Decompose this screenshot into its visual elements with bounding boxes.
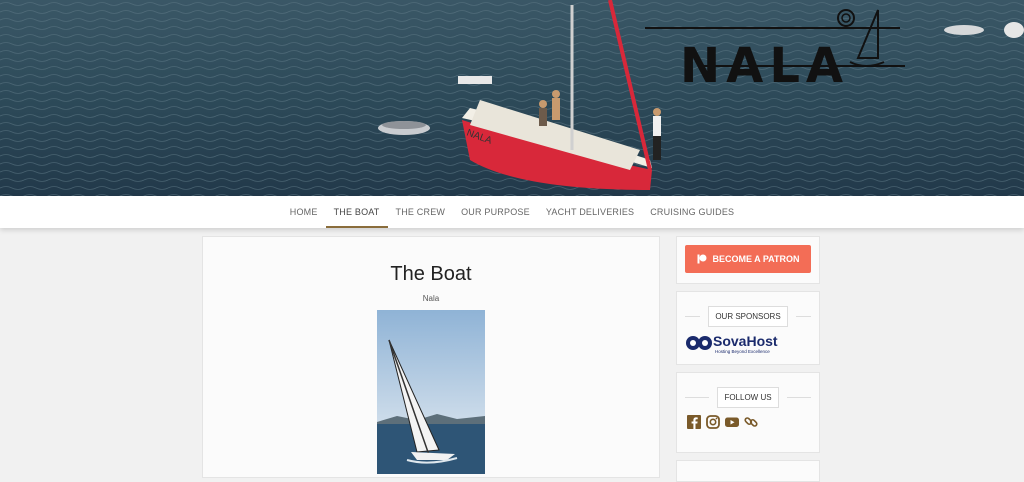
nav-item-the-boat[interactable]: THE BOAT <box>325 196 388 228</box>
sovahost-logo[interactable]: SovaHost Hosting Beyond Excellence <box>685 332 797 354</box>
nav-item-our-purpose[interactable]: OUR PURPOSE <box>453 196 538 228</box>
become-patron-label: BECOME A PATRON <box>712 254 800 264</box>
sponsors-title: OUR SPONSORS <box>677 306 819 327</box>
youtube-icon[interactable] <box>725 415 739 429</box>
sponsor-name: SovaHost <box>713 333 778 349</box>
follow-widget: FOLLOW US <box>676 372 820 453</box>
follow-title-text: FOLLOW US <box>717 387 779 408</box>
header-banner: NALA NALA <box>0 0 1024 196</box>
sponsor-tagline: Hosting Beyond Excellence <box>715 349 770 354</box>
social-links <box>687 415 758 429</box>
content-card: The Boat Nala <box>202 236 660 478</box>
dinghy-left <box>378 121 430 135</box>
follow-title: FOLLOW US <box>677 387 819 408</box>
link-icon[interactable] <box>744 415 758 429</box>
page-title: The Boat <box>390 263 472 285</box>
boat-photo[interactable] <box>377 310 485 474</box>
become-patron-button[interactable]: BECOME A PATRON <box>685 245 811 273</box>
next-widget <box>676 460 820 482</box>
patron-widget: BECOME A PATRON <box>676 236 820 284</box>
nav-item-yacht-deliveries[interactable]: YACHT DELIVERIES <box>538 196 642 228</box>
main-navigation: HOME THE BOAT THE CREW OUR PURPOSE YACHT DEL… <box>0 196 1024 228</box>
logo-text: NALA <box>680 38 849 94</box>
nav-item-cruising-guides[interactable]: CRUISING GUIDES <box>642 196 742 228</box>
header-photo: NALA NALA <box>0 0 1024 196</box>
sponsors-widget: OUR SPONSORS SovaHost Hosting Beyond Exc… <box>676 291 820 365</box>
nav-list: HOME THE BOAT THE CREW OUR PURPOSE YACHT DEL… <box>282 196 743 228</box>
nav-item-the-crew[interactable]: THE CREW <box>388 196 454 228</box>
nav-item-home[interactable]: HOME <box>282 196 326 228</box>
patreon-icon <box>697 254 707 264</box>
facebook-icon[interactable] <box>687 415 701 429</box>
page-subtitle: Nala <box>422 294 440 303</box>
instagram-icon[interactable] <box>706 415 720 429</box>
sponsors-title-text: OUR SPONSORS <box>708 306 788 327</box>
